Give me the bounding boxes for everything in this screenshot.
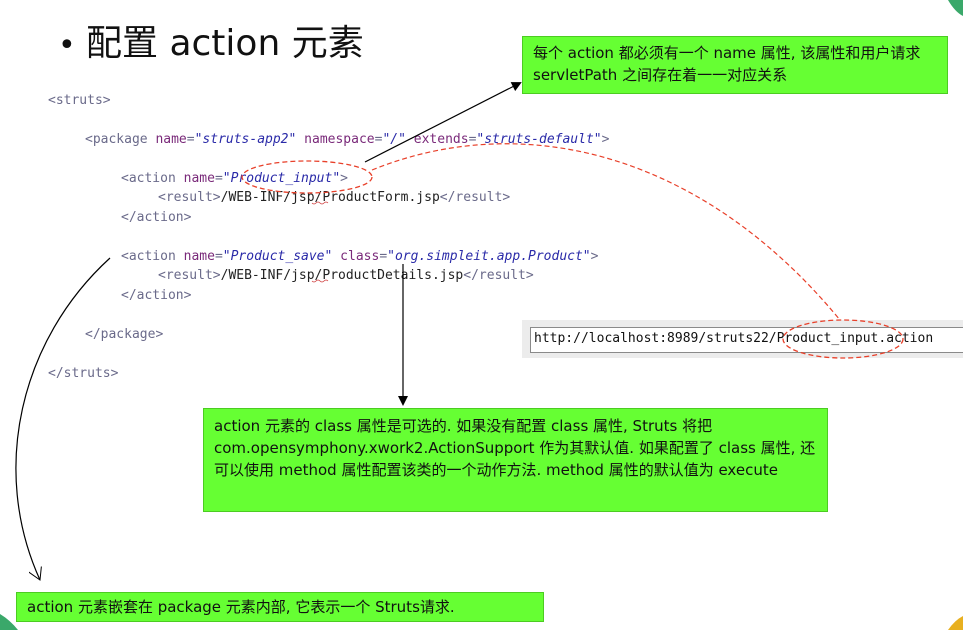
code-line-package-close: </package>: [85, 325, 163, 344]
code-token: "Product_save": [222, 249, 333, 264]
code-token: </result>: [439, 190, 511, 205]
code-line-result-form: <result>/WEB-INF/jsp/ProductForm.jsp</re…: [158, 188, 510, 207]
code-token: <result>: [158, 268, 221, 283]
code-token: name: [183, 249, 215, 264]
arrow-to-nesting-callout: [15, 257, 111, 580]
code-token: "struts-app2": [194, 132, 297, 147]
code-line-action-save-close: </action>: [121, 286, 191, 305]
callout-class-attribute-text: action 元素的 class 属性是可选的. 如果没有配置 class 属性…: [214, 417, 816, 479]
code-token: </result>: [463, 268, 534, 283]
code-token: <action: [121, 171, 184, 186]
code-token: "Product_input": [222, 171, 341, 186]
code-token: <action: [121, 249, 184, 264]
code-line-result-details: <result>/WEB-INF/jsp/ProductDetails.jsp<…: [158, 266, 534, 285]
code-token: =: [214, 171, 223, 186]
annotation-overlay: [0, 0, 963, 630]
slide-title: 配置 action 元素: [86, 23, 364, 64]
code-token: "org.simpleit.app.Product": [387, 249, 591, 264]
code-token: </action>: [121, 288, 192, 303]
code-token: =: [186, 132, 195, 147]
callout-class-attribute: action 元素的 class 属性是可选的. 如果没有配置 class 属性…: [203, 408, 828, 512]
corner-decoration-top-right: [948, 0, 963, 16]
code-token: "/": [382, 132, 406, 147]
code-token: =: [379, 249, 388, 264]
code-token: "struts-default": [476, 132, 602, 147]
code-token: =: [214, 249, 223, 264]
code-token: <result>: [158, 190, 221, 205]
url-input[interactable]: http://localhost:8989/struts22/Product_i…: [530, 327, 963, 353]
code-token: namespace: [296, 132, 375, 147]
code-token: </action>: [121, 210, 192, 225]
arrow-to-name-callout: [364, 82, 522, 163]
code-token: >: [601, 132, 610, 147]
code-token: <struts>: [48, 93, 111, 108]
callout-name-attribute-text: 每个 action 都必须有一个 name 属性, 该属性和用户请求 servl…: [533, 44, 921, 84]
corner-decoration-bottom-right: [948, 616, 963, 630]
code-line-action-input-close: </action>: [121, 208, 191, 227]
callout-nesting: action 元素嵌套在 package 元素内部, 它表示一个 Struts请…: [16, 592, 544, 622]
callout-name-attribute: 每个 action 都必须有一个 name 属性, 该属性和用户请求 servl…: [522, 36, 948, 94]
code-token: </struts>: [48, 366, 119, 381]
code-token: extends: [405, 132, 469, 147]
code-token: /WEB-INF/jsp/ProductDetails.jsp: [220, 268, 464, 283]
code-token: </package>: [85, 327, 164, 342]
slide-title-row: • 配置 action 元素: [58, 14, 364, 66]
code-line-struts-close: </struts>: [48, 364, 118, 383]
code-token: >: [590, 249, 599, 264]
code-line-action-input-open: <action name="Product_input">: [121, 169, 348, 188]
code-line-action-save-open: <action name="Product_save" class="org.s…: [121, 247, 598, 266]
code-token: name: [155, 132, 187, 147]
bullet-icon: •: [58, 28, 76, 63]
code-line-struts-open: <struts>: [48, 91, 111, 110]
callout-nesting-text: action 元素嵌套在 package 元素内部, 它表示一个 Struts请…: [27, 598, 455, 616]
code-token: name: [183, 171, 215, 186]
code-token: /WEB-INF/jsp/ProductForm.jsp: [220, 190, 440, 205]
code-token: <package: [85, 132, 156, 147]
code-token: class: [332, 249, 380, 264]
connector-dashed-curve: [371, 143, 841, 321]
code-line-package-open: <package name="struts-app2" namespace="/…: [85, 130, 609, 149]
browser-address-bar: http://localhost:8989/struts22/Product_i…: [522, 320, 963, 358]
code-token: >: [340, 171, 348, 186]
